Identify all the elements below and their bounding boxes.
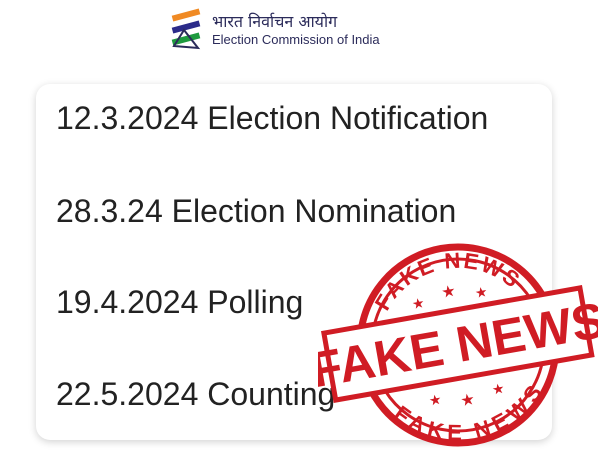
message-line-polling: 19.4.2024 Polling: [56, 284, 304, 320]
svg-text:★: ★: [411, 295, 426, 313]
svg-text:★: ★: [428, 392, 443, 410]
svg-text:★: ★: [459, 389, 476, 410]
eci-header: भारत निर्वाचन आयोग Election Commission o…: [164, 8, 444, 52]
message-line-counting: 22.5.2024 Counting: [56, 376, 336, 412]
svg-text:★: ★: [491, 381, 506, 399]
fake-news-stamp: FAKE NEWS FAKE NEWS ★ ★ ★ ★ ★ ★ FAKE NEW…: [318, 240, 598, 450]
eci-ballot-logo-icon: [171, 8, 201, 50]
english-title: Election Commission of India: [212, 32, 380, 47]
message-line-nomination: 28.3.24 Election Nomination: [56, 193, 457, 229]
hindi-title: भारत निर्वाचन आयोग: [212, 12, 338, 31]
svg-text:★: ★: [440, 281, 457, 302]
svg-text:★: ★: [474, 284, 489, 302]
message-line-notification: 12.3.2024 Election Notification: [56, 100, 489, 136]
